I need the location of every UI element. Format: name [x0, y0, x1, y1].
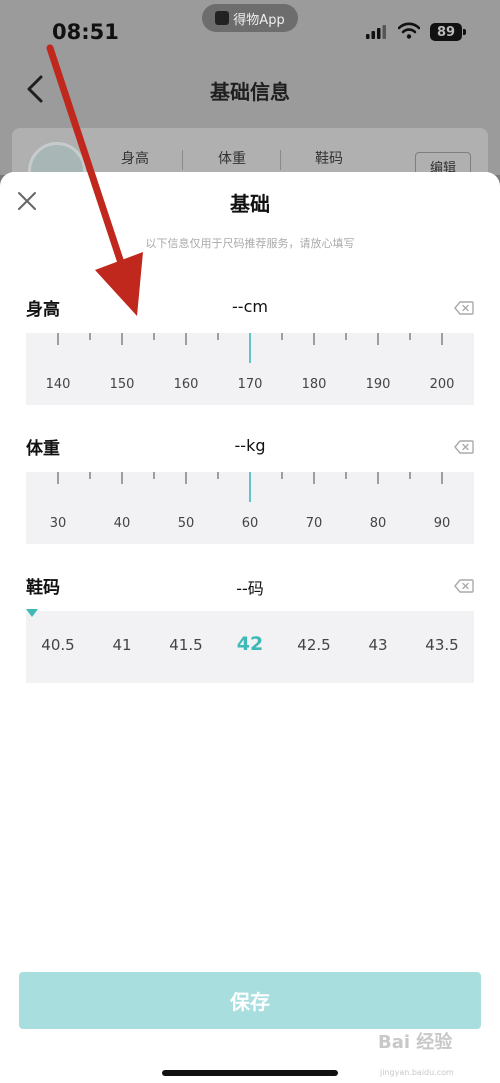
signal-icon: [366, 25, 386, 39]
app-indicator-pill: 得物App: [202, 4, 298, 32]
weight-tick: 80: [369, 516, 387, 531]
sheet-title: 基础: [230, 192, 270, 216]
height-ruler[interactable]: 140 150 160 170 180 190 200: [26, 333, 474, 405]
app-icon: [215, 11, 230, 25]
clear-weight-icon[interactable]: [454, 440, 474, 454]
status-time: 08:51: [52, 20, 119, 44]
background-stat-height: 身高: [121, 151, 149, 167]
shoe-size-option[interactable]: 41.5: [161, 636, 211, 654]
height-tick: 170: [237, 377, 263, 392]
shoe-size-field: 鞋码 --码 40.5 41 41.5 42 42.5 43 43.5: [26, 573, 474, 685]
home-indicator[interactable]: [162, 1070, 338, 1076]
battery-indicator: 89: [430, 23, 466, 41]
weight-tick: 60: [241, 516, 259, 531]
save-button[interactable]: 保存: [19, 972, 481, 1029]
background-page-title: 基础信息: [210, 80, 290, 104]
sheet-subtitle: 以下信息仅用于尺码推荐服务，请放心填写: [145, 237, 355, 250]
shoe-size-option[interactable]: 42.5: [289, 636, 339, 654]
height-tick: 190: [365, 377, 391, 392]
background-nav-bar: 基础信息: [0, 60, 500, 120]
app-name: 得物App: [233, 12, 285, 28]
height-field: 身高 --cm 140 150 160 170 180 190 200: [26, 295, 474, 407]
shoe-size-pointer-icon: [26, 609, 38, 617]
stat-divider: [280, 150, 281, 170]
height-tick: 180: [301, 377, 327, 392]
height-value: --cm: [232, 297, 268, 316]
weight-field: 体重 --kg 30 40 50 60 70 80 90: [26, 434, 474, 546]
height-tick: 160: [173, 377, 199, 392]
basic-info-sheet: 基础 以下信息仅用于尺码推荐服务，请放心填写 身高 --cm 140 150 1…: [0, 172, 500, 1083]
height-tick: 150: [109, 377, 135, 392]
weight-ruler-ticks: [57, 472, 443, 502]
weight-tick: 90: [433, 516, 451, 531]
weight-tick: 50: [177, 516, 195, 531]
clear-shoe-size-icon[interactable]: [454, 579, 474, 593]
status-bar: 08:51 得物App 89: [0, 0, 500, 60]
watermark-url: jingyan.baidu.com: [380, 1068, 454, 1077]
weight-tick: 40: [113, 516, 131, 531]
background-stat-shoe: 鞋码: [315, 151, 343, 167]
height-tick: 140: [45, 377, 71, 392]
shoe-size-option[interactable]: 40.5: [33, 636, 83, 654]
shoe-size-option-selected[interactable]: 42: [225, 633, 275, 655]
weight-value: --kg: [234, 436, 266, 455]
shoe-size-value: --码: [236, 579, 264, 598]
shoe-size-option[interactable]: 41: [97, 636, 147, 654]
clear-height-icon[interactable]: [454, 301, 474, 315]
height-ruler-ticks: [57, 333, 443, 363]
wifi-icon: [398, 22, 420, 39]
stat-divider: [182, 150, 183, 170]
height-tick: 200: [429, 377, 455, 392]
watermark-text: Bai 经验: [378, 1032, 453, 1053]
weight-ruler[interactable]: 30 40 50 60 70 80 90: [26, 472, 474, 544]
shoe-size-option[interactable]: 43.5: [417, 636, 467, 654]
background-stat-weight: 体重: [218, 151, 246, 167]
weight-tick: 70: [305, 516, 323, 531]
baidu-watermark: Bai 经验 jingyan.baidu.com: [378, 1028, 496, 1080]
shoe-size-option[interactable]: 43: [353, 636, 403, 654]
weight-tick: 30: [49, 516, 67, 531]
shoe-size-picker[interactable]: 40.5 41 41.5 42 42.5 43 43.5: [26, 609, 474, 683]
